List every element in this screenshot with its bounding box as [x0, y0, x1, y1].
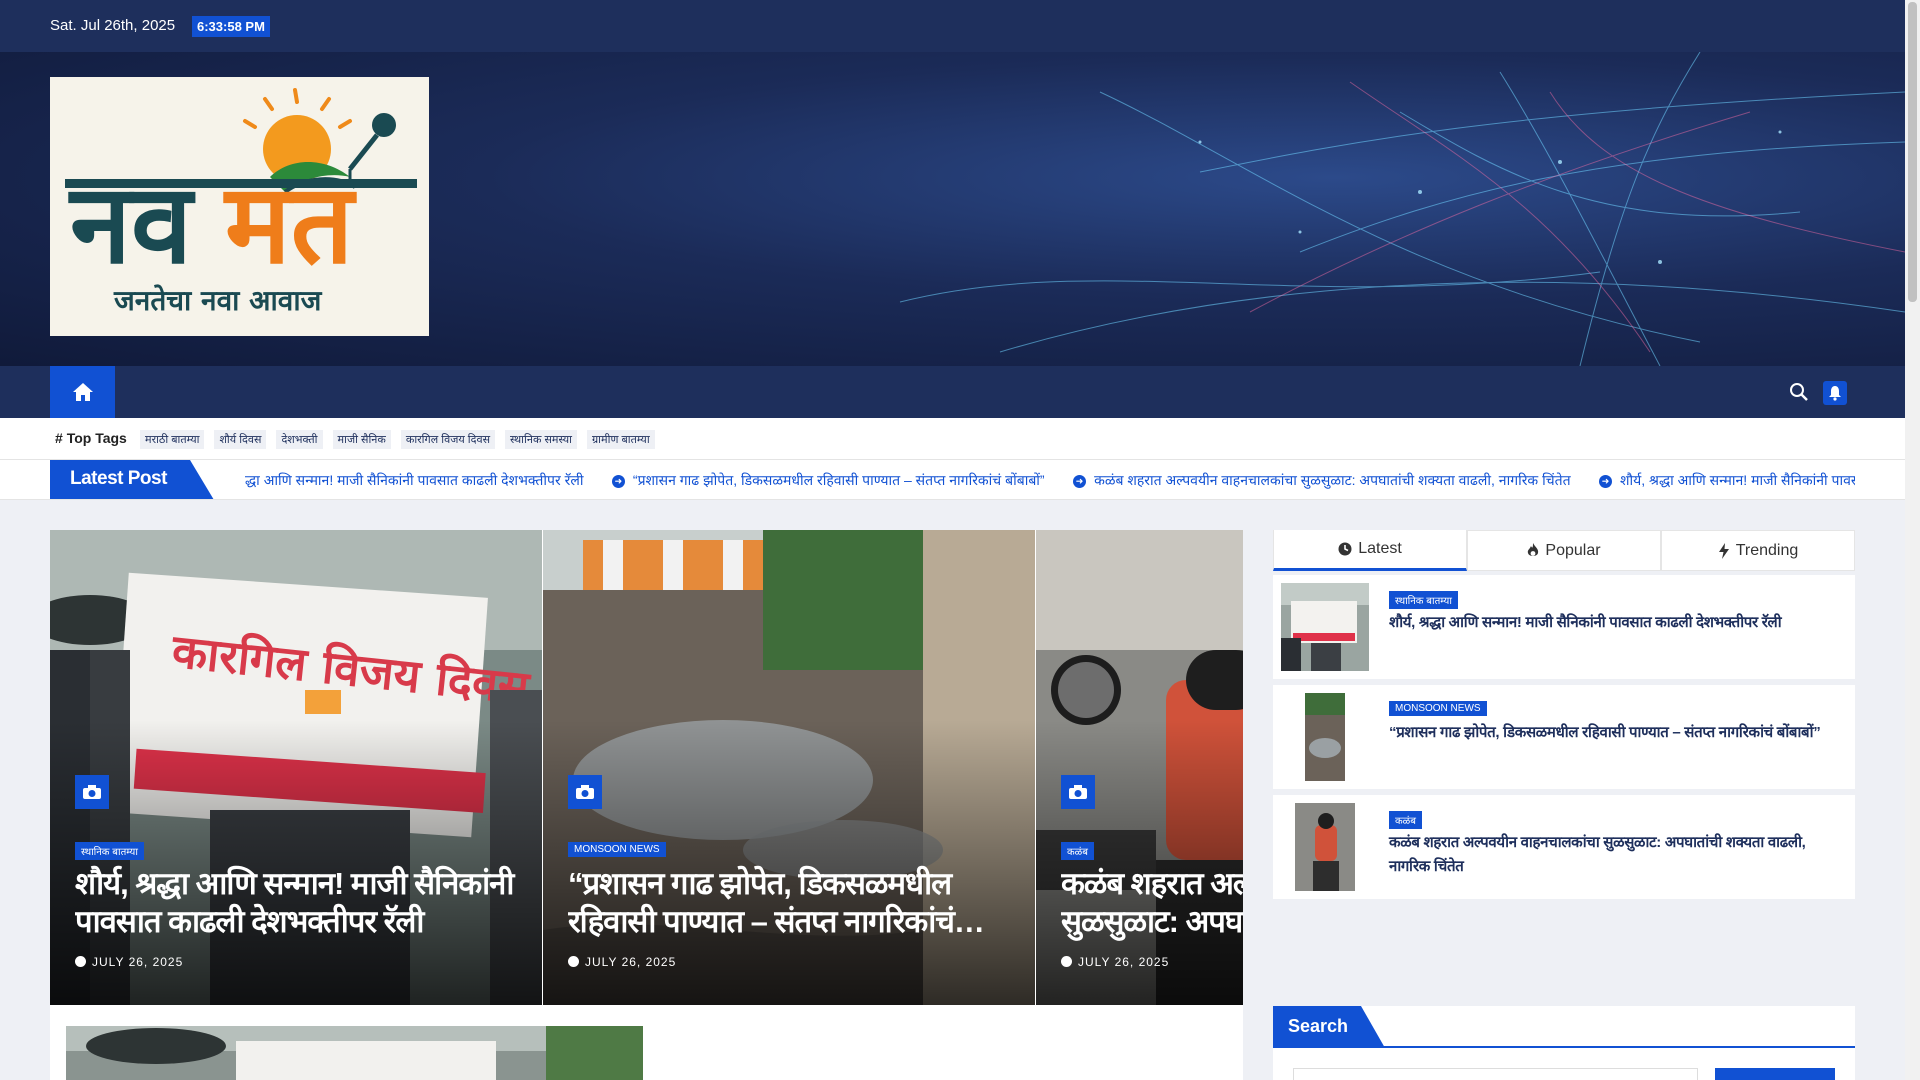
slide-title[interactable]: कळंब शहरात अल्पवयीन वाहनचालकांचा सुळसुळा… [1061, 865, 1243, 941]
featured-slide[interactable]: कारगिल विजय दिवस स्थानिक बातम्या शौर्य, … [50, 530, 542, 1005]
post-title[interactable]: कळंब शहरात अल्पवयीन वाहनचालकांचा सुळसुळा… [1389, 831, 1839, 879]
top-tags-list: मराठी बातम्या शौर्य दिवस देशभक्ती माजी स… [140, 430, 655, 449]
search-submit-button[interactable] [1715, 1068, 1835, 1080]
post-title[interactable]: “प्रशासन गाढ झोपेत, डिकसळमधील रहिवासी पा… [1389, 721, 1839, 745]
header-banner: नव मत जनतेचा नवा आवाज [0, 52, 1905, 366]
post-thumbnail[interactable] [66, 1026, 643, 1080]
ticker-item[interactable]: ➜ शौर्य, श्रद्धा आणि सन्मान! माजी सैनिकां… [1599, 471, 1855, 490]
slide-date-text: JULY 26, 2025 [92, 955, 184, 969]
sidebar-tabs: Latest Popular Trending [1273, 530, 1855, 571]
search-widget-title: Search [1273, 1006, 1385, 1048]
post-image-muddy-road [1305, 693, 1345, 781]
tag-link[interactable]: ग्रामीण बातम्या [586, 430, 655, 449]
home-button[interactable] [50, 366, 115, 418]
tag-link[interactable]: देशभक्ती [276, 430, 323, 449]
list-item[interactable]: स्थानिक बातम्या शौर्य, श्रद्धा आणि सन्मा… [1273, 575, 1855, 679]
slide-date: JULY 26, 2025 [1061, 955, 1169, 969]
logo-tagline: जनतेचा नवा आवाज [113, 284, 323, 317]
tag-link[interactable]: स्थानिक समस्या [505, 430, 577, 449]
tag-link[interactable]: शौर्य दिवस [214, 430, 267, 449]
tag-link[interactable]: मराठी बातम्या [140, 430, 205, 449]
post-thumbnail[interactable] [1281, 583, 1369, 671]
arrow-right-icon: ➜ [1599, 475, 1613, 488]
search-input[interactable] [1293, 1068, 1698, 1080]
tag-link[interactable]: कारगिल विजय दिवस [400, 430, 496, 449]
page-scrollbar[interactable] [1905, 0, 1920, 1080]
post-image-rally [66, 1026, 643, 1080]
ticker-item-text: द्धा आणि सन्मान! माजी सैनिकांनी पावसात क… [245, 472, 584, 488]
site-logo[interactable]: नव मत जनतेचा नवा आवाज [50, 77, 429, 336]
clock-icon [568, 956, 579, 967]
slide-date: JULY 26, 2025 [568, 955, 676, 969]
tab-popular[interactable]: Popular [1467, 530, 1661, 571]
slide-category[interactable]: MONSOON NEWS [568, 842, 666, 857]
clock-icon [1061, 956, 1072, 967]
arrow-right-icon: ➜ [1073, 475, 1087, 488]
list-item[interactable]: MONSOON NEWS “प्रशासन गाढ झोपेत, डिकसळमध… [1273, 685, 1855, 789]
post-image-rally [1281, 583, 1369, 671]
sidebar-post-list: स्थानिक बातम्या शौर्य, श्रद्धा आणि सन्मा… [1273, 575, 1855, 905]
search-icon [1790, 383, 1808, 401]
post-category[interactable]: कळंब [1389, 811, 1422, 829]
scrollbar-thumb[interactable] [1908, 2, 1917, 302]
home-icon [72, 383, 93, 401]
featured-slide[interactable]: कळंब कळंब शहरात अल्पवयीन वाहनचालकांचा सु… [1036, 530, 1243, 1005]
post-image-scooter [1295, 803, 1355, 891]
latest-post-label: Latest Post [50, 460, 214, 499]
logo-graphic: नव मत जनतेचा नवा आवाज [65, 88, 417, 317]
main-nav [0, 366, 1905, 418]
tab-trending[interactable]: Trending [1661, 530, 1855, 571]
slide-title[interactable]: “प्रशासन गाढ झोपेत, डिकसळमधील रहिवासी पा… [568, 865, 1013, 941]
post-category[interactable]: MONSOON NEWS [1389, 701, 1487, 716]
post-thumbnail[interactable] [1281, 693, 1369, 781]
arrow-right-icon: ➜ [611, 475, 625, 488]
post-title[interactable]: शौर्य, श्रद्धा आणि सन्मान! माजी सैनिकांन… [1389, 611, 1839, 635]
top-tags-label: Top Tags [66, 430, 127, 446]
widget-divider [1273, 1046, 1855, 1048]
post-category[interactable]: स्थानिक बातम्या [1389, 591, 1458, 609]
clock-icon [1338, 542, 1352, 556]
bolt-icon [1718, 542, 1729, 559]
slide-category[interactable]: कळंब [1061, 842, 1094, 860]
ticker-item-text: शौर्य, श्रद्धा आणि सन्मान! माजी सैनिकांन… [1620, 472, 1855, 488]
tab-label: Popular [1545, 541, 1601, 559]
clock-icon [75, 956, 86, 967]
camera-icon [1061, 775, 1095, 809]
top-tags-bar: # Top Tags मराठी बातम्या शौर्य दिवस देशभ… [0, 418, 1905, 460]
slide-category[interactable]: स्थानिक बातम्या [75, 842, 144, 860]
tag-link[interactable]: माजी सैनिक [332, 430, 391, 449]
slide-date-text: JULY 26, 2025 [1078, 955, 1170, 969]
ticker-item-text: कळंब शहरात अल्पवयीन वाहनचालकांचा सुळसुळा… [1094, 472, 1571, 488]
top-tags-title: # Top Tags [55, 430, 127, 446]
top-bar: Sat. Jul 26th, 2025 6:33:58 PM [0, 0, 1905, 52]
featured-slide[interactable]: MONSOON NEWS “प्रशासन गाढ झोपेत, डिकसळमध… [543, 530, 1035, 1005]
camera-icon [75, 775, 109, 809]
tab-latest[interactable]: Latest [1273, 530, 1467, 571]
slide-date: JULY 26, 2025 [75, 955, 183, 969]
slide-title[interactable]: शौर्य, श्रद्धा आणि सन्मान! माजी सैनिकांन… [75, 865, 520, 941]
ticker-items: द्धा आणि सन्मान! माजी सैनिकांनी पावसात क… [245, 471, 1855, 490]
notification-button[interactable] [1823, 381, 1847, 405]
search-button[interactable] [1788, 381, 1810, 403]
featured-slider: कारगिल विजय दिवस स्थानिक बातम्या शौर्य, … [50, 530, 1243, 1005]
bell-icon [1829, 386, 1841, 401]
list-item[interactable]: कळंब कळंब शहरात अल्पवयीन वाहनचालकांचा सु… [1273, 795, 1855, 899]
current-date: Sat. Jul 26th, 2025 [50, 17, 176, 34]
tab-label: Latest [1358, 540, 1402, 557]
ticker-item[interactable]: ➜ कळंब शहरात अल्पवयीन वाहनचालकांचा सुळसुळ… [1073, 471, 1571, 490]
search-widget: Search [1273, 1006, 1855, 1080]
current-time: 6:33:58 PM [192, 16, 270, 37]
ticker-item-text: “प्रशासन गाढ झोपेत, डिकसळमधील रहिवासी पा… [632, 472, 1045, 488]
slide-date-text: JULY 26, 2025 [585, 955, 677, 969]
tab-label: Trending [1735, 541, 1799, 559]
ticker-item[interactable]: द्धा आणि सन्मान! माजी सैनिकांनी पावसात क… [245, 471, 583, 490]
fire-icon [1528, 543, 1539, 556]
ticker-item[interactable]: ➜ “प्रशासन गाढ झोपेत, डिकसळमधील रहिवासी प… [611, 471, 1045, 490]
post-thumbnail[interactable] [1281, 803, 1369, 891]
camera-icon [568, 775, 602, 809]
latest-post-ticker: Latest Post द्धा आणि सन्मान! माजी सैनिका… [0, 460, 1905, 500]
